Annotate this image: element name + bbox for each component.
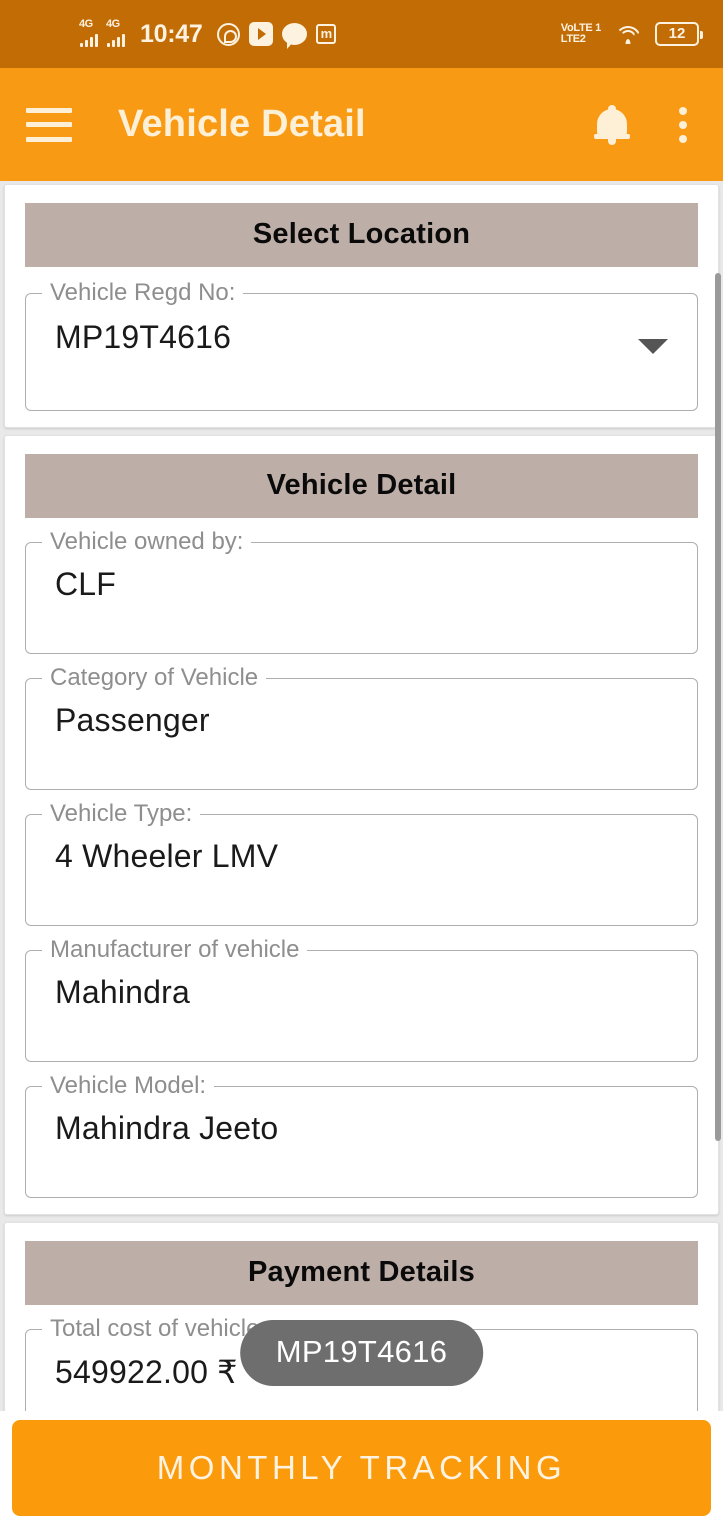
page-title: Vehicle Detail [118,103,366,145]
whatsapp-icon [217,22,241,46]
signal-sim1-icon: 4G [79,18,98,47]
volte-line-2: LTE2 [560,33,586,45]
status-bar: 4G 4G 10:47 m VoLTE 1 LTE2 12 [0,0,723,68]
vehicle-owned-by-value: CLF [55,566,117,602]
vehicle-model-field[interactable]: Vehicle Model: Mahindra Jeeto [25,1073,698,1198]
vehicle-regd-no-field[interactable]: Vehicle Regd No: MP19T4616 [25,280,698,411]
select-location-card: Select Location Vehicle Regd No: MP19T46… [4,184,719,428]
vehicle-owned-by-field[interactable]: Vehicle owned by: CLF [25,529,698,654]
vehicle-model-value: Mahindra Jeeto [55,1110,279,1146]
manufacturer-of-vehicle-value: Mahindra [55,974,191,1010]
category-of-vehicle-label: Category of Vehicle [42,665,267,691]
battery-icon: 12 [655,22,703,46]
signal-sim2-bars [107,34,125,47]
scroll-content[interactable]: Select Location Vehicle Regd No: MP19T46… [0,181,723,1411]
toast-message: MP19T4616 [239,1320,484,1386]
youtube-icon [249,22,274,46]
kebab-menu-icon[interactable] [675,103,691,147]
m-app-icon: m [316,24,337,44]
vehicle-detail-card: Vehicle Detail Vehicle owned by: CLF Cat… [4,435,719,1215]
signal-sim2-icon: 4G [106,18,125,47]
signal-sim1-bars [80,34,98,47]
vehicle-type-field[interactable]: Vehicle Type: 4 Wheeler LMV [25,801,698,926]
battery-level-label: 12 [668,25,686,42]
vehicle-detail-header: Vehicle Detail [25,454,698,518]
manufacturer-of-vehicle-label: Manufacturer of vehicle [42,937,308,963]
signal-sim1-label: 4G [79,18,93,30]
monthly-tracking-button[interactable]: MONTHLY TRACKING [12,1420,711,1516]
vehicle-type-value: 4 Wheeler LMV [55,838,279,874]
payment-details-header: Payment Details [25,1241,698,1305]
category-of-vehicle-field[interactable]: Category of Vehicle Passenger [25,665,698,790]
status-bar-left: 4G 4G 10:47 m [79,18,337,49]
status-bar-clock: 10:47 [140,19,203,48]
category-of-vehicle-value: Passenger [55,702,210,738]
vehicle-owned-by-outline [25,542,698,654]
hamburger-menu-icon[interactable] [26,107,72,142]
select-location-header: Select Location [25,203,698,267]
wifi-icon [615,24,641,44]
vehicle-regd-no-value: MP19T4616 [55,319,232,355]
vehicle-regd-no-label: Vehicle Regd No: [42,280,244,306]
scrollbar-thumb[interactable] [715,273,721,1141]
bell-icon[interactable] [594,104,630,145]
bottom-bar: MONTHLY TRACKING [0,1411,723,1516]
vehicle-model-label: Vehicle Model: [42,1073,215,1099]
manufacturer-of-vehicle-field[interactable]: Manufacturer of vehicle Mahindra [25,937,698,1062]
app-bar: Vehicle Detail [0,68,723,181]
chevron-down-icon[interactable] [638,339,668,354]
app-bar-actions [594,103,697,147]
chat-bubble-icon [282,23,308,49]
vehicle-type-label: Vehicle Type: [42,801,201,827]
signal-sim2-label: 4G [106,18,120,30]
total-cost-of-vehicle-value: 549922.00 ₹ [55,1354,238,1390]
volte-indicator: VoLTE 1 LTE2 [560,23,602,45]
status-bar-right: VoLTE 1 LTE2 12 [560,22,703,46]
total-cost-of-vehicle-label: Total cost of vehicle [42,1316,268,1342]
scrollbar[interactable] [715,273,721,1141]
vehicle-owned-by-label: Vehicle owned by: [42,529,252,555]
